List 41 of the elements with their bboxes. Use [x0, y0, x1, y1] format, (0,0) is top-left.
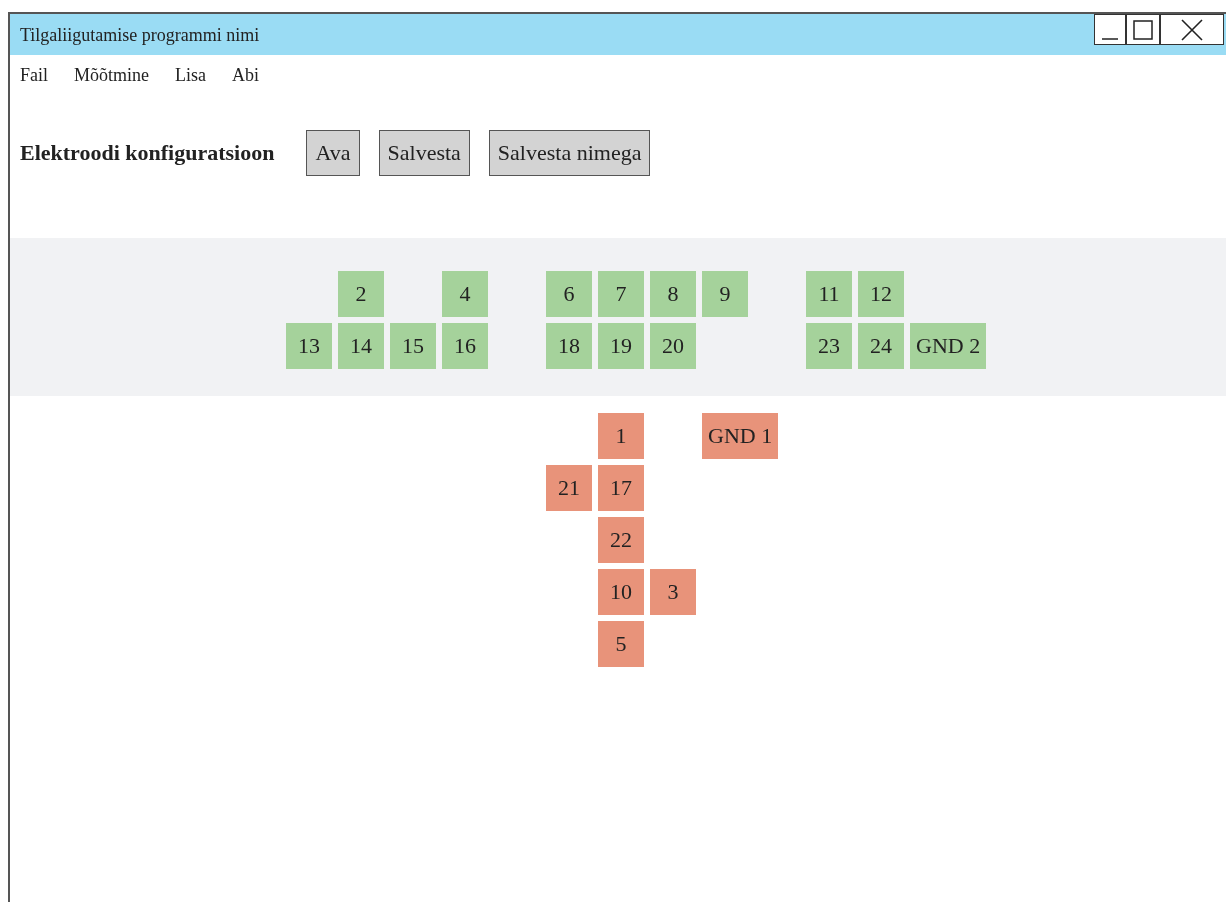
electrode-tile[interactable]: 9: [702, 271, 748, 317]
electrode-tile[interactable]: 23: [806, 323, 852, 369]
close-icon: [1181, 18, 1203, 41]
electrode-tile[interactable]: 4: [442, 271, 488, 317]
electrode-tile[interactable]: 1: [598, 413, 644, 459]
electrode-tile[interactable]: 16: [442, 323, 488, 369]
maximize-icon: [1133, 19, 1153, 40]
electrode-tile[interactable]: 19: [598, 323, 644, 369]
maximize-button[interactable]: [1126, 14, 1160, 45]
window-title: Tilgaliigutamise programmi nimi: [19, 24, 260, 46]
electrode-tile[interactable]: 12: [858, 271, 904, 317]
electrode-tile[interactable]: 18: [546, 323, 592, 369]
electrode-tile[interactable]: 20: [650, 323, 696, 369]
electrode-tile[interactable]: GND 1: [702, 413, 779, 459]
electrode-tile[interactable]: 8: [650, 271, 696, 317]
electrode-tile[interactable]: 17: [598, 465, 644, 511]
menu-item[interactable]: Lisa: [175, 65, 206, 95]
electrode-tile[interactable]: 2: [338, 271, 384, 317]
electrode-tile[interactable]: 3: [650, 569, 696, 615]
electrode-tile[interactable]: 11: [806, 271, 852, 317]
toolbar-button[interactable]: Ava: [306, 130, 360, 176]
menu-item[interactable]: Mõõtmine: [74, 65, 149, 95]
section-heading: Elektroodi konfiguratsioon: [20, 140, 275, 166]
electrode-tile[interactable]: 5: [598, 621, 644, 667]
electrode-tile[interactable]: 10: [598, 569, 644, 615]
electrode-tile[interactable]: 22: [598, 517, 644, 563]
electrode-tile[interactable]: 7: [598, 271, 644, 317]
toolbar-button[interactable]: Salvesta nimega: [488, 130, 651, 176]
electrode-tile[interactable]: 13: [286, 323, 332, 369]
close-button[interactable]: [1160, 14, 1224, 45]
minimize-button[interactable]: [1094, 14, 1126, 45]
electrode-tile[interactable]: 14: [338, 323, 384, 369]
menu-item[interactable]: Abi: [232, 65, 259, 95]
electrode-tile[interactable]: 21: [546, 465, 592, 511]
electrode-tile[interactable]: 15: [390, 323, 436, 369]
toolbar-button[interactable]: Salvesta: [378, 130, 470, 176]
electrode-tile[interactable]: GND 2: [910, 323, 987, 369]
electrode-tile[interactable]: 6: [546, 271, 592, 317]
minimize-icon: [1102, 38, 1118, 40]
menu-item[interactable]: Fail: [20, 65, 48, 95]
electrode-tile[interactable]: 24: [858, 323, 904, 369]
